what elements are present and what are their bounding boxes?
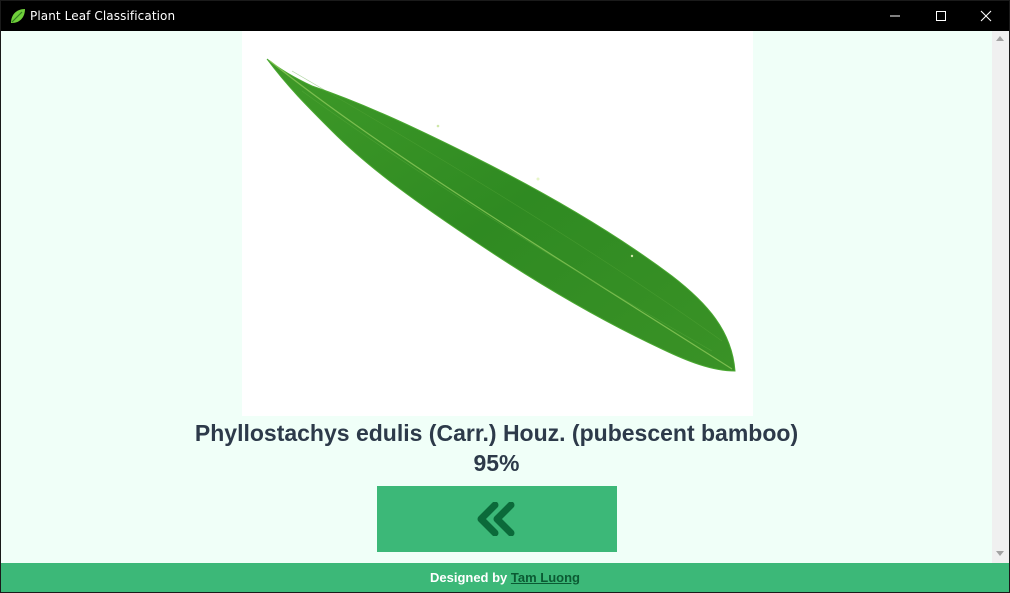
title-bar[interactable]: Plant Leaf Classification [1,1,1009,31]
leaf-illustration [266,58,736,372]
double-chevron-left-icon [477,502,515,536]
window-title: Plant Leaf Classification [30,9,176,23]
close-button[interactable] [963,1,1009,31]
scrollbar-thumb[interactable] [993,47,1008,545]
author-link[interactable]: Tam Luong [511,570,580,585]
species-name: Phyllostachys edulis (Carr.) Houz. (pube… [194,420,799,446]
back-button[interactable] [377,486,617,552]
leaf-image [242,31,753,416]
close-icon [980,10,992,22]
scroll-down-arrow-icon[interactable] [996,551,1004,556]
maximize-button[interactable] [918,1,964,31]
vertical-scrollbar[interactable] [992,31,1009,563]
result-panel: Phyllostachys edulis (Carr.) Houz. (pube… [1,31,992,563]
scroll-up-arrow-icon[interactable] [996,36,1004,41]
minimize-button[interactable] [872,1,918,31]
maximize-icon [936,11,946,21]
minimize-icon [890,15,900,17]
footer: Designed by Tam Luong [1,563,1009,592]
leaf-icon [11,9,25,23]
footer-prefix: Designed by [429,570,508,585]
confidence-score: 95% [473,450,520,476]
app-window: Plant Leaf Classification Phyllostachys … [0,0,1010,593]
